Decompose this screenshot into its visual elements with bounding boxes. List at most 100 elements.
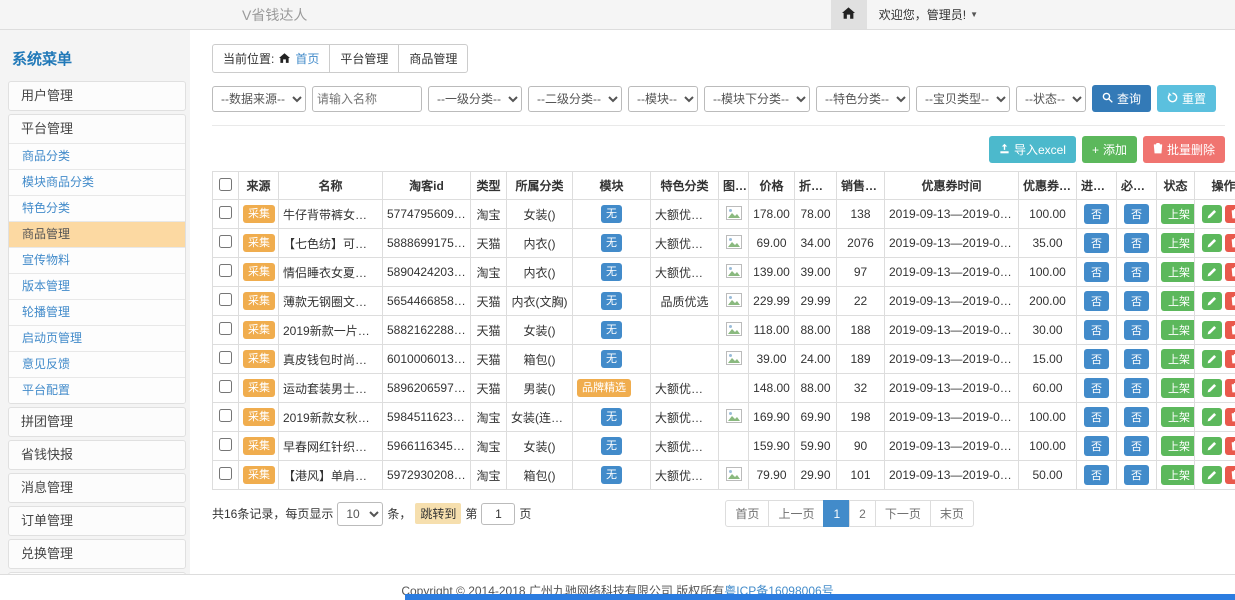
status-button[interactable]: 上架 <box>1161 233 1195 253</box>
pagination-末页[interactable]: 末页 <box>930 500 974 527</box>
status-button[interactable]: 上架 <box>1161 465 1195 485</box>
sidebar-subitem-商品分类[interactable]: 商品分类 <box>9 143 185 169</box>
filter-select-5[interactable]: --宝贝类型-- <box>916 86 1010 112</box>
must-buy-toggle-button[interactable]: 否 <box>1124 349 1149 369</box>
jump-page-input[interactable] <box>481 503 515 525</box>
sidebar-subitem-启动页管理[interactable]: 启动页管理 <box>9 325 185 351</box>
import-toggle-button[interactable]: 否 <box>1084 407 1109 427</box>
sidebar-item-省钱快报[interactable]: 省钱快报 <box>9 441 185 469</box>
pagination-2[interactable]: 2 <box>849 500 876 527</box>
row-checkbox[interactable] <box>219 264 232 277</box>
must-buy-toggle-button[interactable]: 否 <box>1124 320 1149 340</box>
status-button[interactable]: 上架 <box>1161 349 1195 369</box>
pagination-首页[interactable]: 首页 <box>725 500 769 527</box>
status-button[interactable]: 上架 <box>1161 320 1195 340</box>
search-button[interactable]: 查询 <box>1092 85 1151 112</box>
reset-button[interactable]: 重置 <box>1157 85 1216 112</box>
breadcrumb-home[interactable]: 当前位置: 首页 <box>212 44 330 73</box>
filter-select-6[interactable]: --状态-- <box>1016 86 1086 112</box>
status-button[interactable]: 上架 <box>1161 262 1195 282</box>
must-buy-toggle-button[interactable]: 否 <box>1124 291 1149 311</box>
status-button[interactable]: 上架 <box>1161 204 1195 224</box>
row-checkbox[interactable] <box>219 206 232 219</box>
per-page-select[interactable]: 10 <box>337 502 383 526</box>
home-button[interactable] <box>831 0 867 29</box>
filter-select-1[interactable]: --二级分类-- <box>528 86 622 112</box>
pagination-上一页[interactable]: 上一页 <box>768 500 824 527</box>
delete-button[interactable] <box>1225 292 1235 310</box>
sidebar-subitem-宣传物料[interactable]: 宣传物料 <box>9 247 185 273</box>
import-toggle-button[interactable]: 否 <box>1084 349 1109 369</box>
sidebar-subitem-版本管理[interactable]: 版本管理 <box>9 273 185 299</box>
delete-button[interactable] <box>1225 437 1235 455</box>
edit-button[interactable] <box>1202 408 1222 426</box>
must-buy-toggle-button[interactable]: 否 <box>1124 407 1149 427</box>
breadcrumb-item-goods[interactable]: 商品管理 <box>398 44 468 73</box>
row-checkbox[interactable] <box>219 235 232 248</box>
delete-button[interactable] <box>1225 263 1235 281</box>
delete-button[interactable] <box>1225 321 1235 339</box>
row-checkbox[interactable] <box>219 409 232 422</box>
sidebar-item-平台管理[interactable]: 平台管理 <box>9 115 185 143</box>
row-checkbox[interactable] <box>219 322 232 335</box>
pagination-下一页[interactable]: 下一页 <box>875 500 931 527</box>
filter-select-2[interactable]: --模块-- <box>628 86 698 112</box>
sidebar-item-订单管理[interactable]: 订单管理 <box>9 507 185 535</box>
import-toggle-button[interactable]: 否 <box>1084 465 1109 485</box>
delete-button[interactable] <box>1225 205 1235 223</box>
edit-button[interactable] <box>1202 437 1222 455</box>
row-checkbox[interactable] <box>219 293 232 306</box>
import-toggle-button[interactable]: 否 <box>1084 291 1109 311</box>
sidebar-subitem-特色分类[interactable]: 特色分类 <box>9 195 185 221</box>
edit-button[interactable] <box>1202 263 1222 281</box>
edit-button[interactable] <box>1202 292 1222 310</box>
must-buy-toggle-button[interactable]: 否 <box>1124 233 1149 253</box>
sidebar-item-消息管理[interactable]: 消息管理 <box>9 474 185 502</box>
add-button[interactable]: + 添加 <box>1082 136 1137 163</box>
sidebar-item-兑换管理[interactable]: 兑换管理 <box>9 540 185 568</box>
must-buy-toggle-button[interactable]: 否 <box>1124 204 1149 224</box>
edit-button[interactable] <box>1202 321 1222 339</box>
row-checkbox[interactable] <box>219 467 232 480</box>
must-buy-toggle-button[interactable]: 否 <box>1124 378 1149 398</box>
edit-button[interactable] <box>1202 350 1222 368</box>
status-button[interactable]: 上架 <box>1161 436 1195 456</box>
filter-select-4[interactable]: --特色分类-- <box>816 86 910 112</box>
row-checkbox[interactable] <box>219 351 232 364</box>
name-search-input[interactable] <box>312 86 422 112</box>
sidebar-subitem-轮播管理[interactable]: 轮播管理 <box>9 299 185 325</box>
import-toggle-button[interactable]: 否 <box>1084 320 1109 340</box>
import-toggle-button[interactable]: 否 <box>1084 233 1109 253</box>
sidebar-subitem-模块商品分类[interactable]: 模块商品分类 <box>9 169 185 195</box>
status-button[interactable]: 上架 <box>1161 407 1195 427</box>
delete-button[interactable] <box>1225 466 1235 484</box>
user-menu[interactable]: 欢迎您，管理员! ▼ <box>867 6 990 23</box>
import-toggle-button[interactable]: 否 <box>1084 378 1109 398</box>
edit-button[interactable] <box>1202 379 1222 397</box>
delete-button[interactable] <box>1225 408 1235 426</box>
must-buy-toggle-button[interactable]: 否 <box>1124 436 1149 456</box>
sidebar-subitem-平台配置[interactable]: 平台配置 <box>9 377 185 403</box>
import-toggle-button[interactable]: 否 <box>1084 436 1109 456</box>
sidebar-item-拼团管理[interactable]: 拼团管理 <box>9 408 185 436</box>
edit-button[interactable] <box>1202 205 1222 223</box>
delete-button[interactable] <box>1225 379 1235 397</box>
bulk-delete-button[interactable]: 批量删除 <box>1143 136 1225 163</box>
import-toggle-button[interactable]: 否 <box>1084 262 1109 282</box>
delete-button[interactable] <box>1225 350 1235 368</box>
filter-select-3[interactable]: --模块下分类-- <box>704 86 810 112</box>
import-toggle-button[interactable]: 否 <box>1084 204 1109 224</box>
edit-button[interactable] <box>1202 466 1222 484</box>
row-checkbox[interactable] <box>219 380 232 393</box>
must-buy-toggle-button[interactable]: 否 <box>1124 262 1149 282</box>
must-buy-toggle-button[interactable]: 否 <box>1124 465 1149 485</box>
sidebar-subitem-意见反馈[interactable]: 意见反馈 <box>9 351 185 377</box>
delete-button[interactable] <box>1225 234 1235 252</box>
sidebar-item-clipped[interactable] <box>9 573 185 574</box>
breadcrumb-item-platform[interactable]: 平台管理 <box>329 44 399 73</box>
status-button[interactable]: 上架 <box>1161 291 1195 311</box>
import-excel-button[interactable]: 导入excel <box>989 136 1076 163</box>
sidebar-subitem-商品管理[interactable]: 商品管理 <box>9 221 185 247</box>
select-all-checkbox[interactable] <box>219 178 232 191</box>
sidebar-item-用户管理[interactable]: 用户管理 <box>9 82 185 110</box>
